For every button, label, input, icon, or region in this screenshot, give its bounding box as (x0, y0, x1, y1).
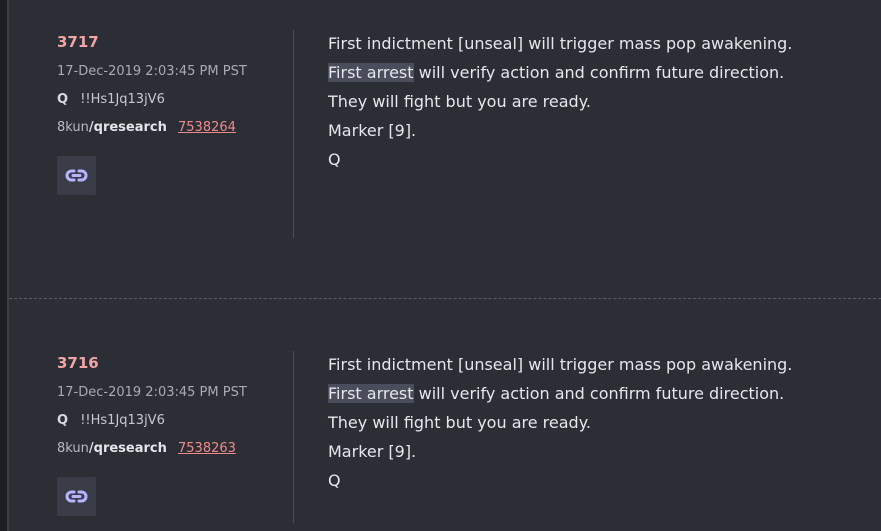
permalink-button[interactable] (57, 156, 96, 195)
post-line: First indictment [unseal] will trigger m… (328, 34, 793, 53)
link-icon (65, 490, 88, 503)
board-name: qresearch (93, 441, 167, 456)
post-meta: 3716 17-Dec-2019 2:03:45 PM PST Q !!Hs1J… (57, 353, 293, 516)
post-number: 3717 (57, 33, 99, 51)
post-line-rest: will verify action and confirm future di… (413, 384, 785, 403)
post-signature: Q (328, 150, 341, 169)
author-row: Q !!Hs1Jq13jV6 (57, 90, 293, 110)
column-divider (293, 351, 294, 523)
board-site: 8kun (57, 441, 89, 456)
post-line: First arrest will verify action and conf… (328, 58, 868, 87)
post-card: 3716 17-Dec-2019 2:03:45 PM PST Q !!Hs1J… (9, 321, 881, 531)
board-separator: / (88, 120, 94, 135)
post-date: 17-Dec-2019 2:03:45 PM PST (57, 385, 247, 400)
board-separator: / (88, 441, 94, 456)
post-meta: 3717 17-Dec-2019 2:03:45 PM PST Q !!Hs1J… (57, 32, 293, 195)
board-row: 8kun/qresearch 7538264 (57, 118, 293, 138)
post-line: Marker [9]. (328, 442, 417, 461)
post-line: They will fight but you are ready. (328, 92, 591, 111)
post-line: First arrest will verify action and conf… (328, 379, 868, 408)
highlighted-text: First arrest (328, 384, 414, 403)
left-rail (0, 0, 7, 531)
tripcode: !!Hs1Jq13jV6 (80, 92, 165, 107)
post-signature: Q (328, 471, 341, 490)
post-line: They will fight but you are ready. (328, 413, 591, 432)
post-line: First indictment [unseal] will trigger m… (328, 355, 793, 374)
post-line-rest: will verify action and confirm future di… (413, 63, 785, 82)
post-card: 3717 17-Dec-2019 2:03:45 PM PST Q !!Hs1J… (9, 0, 881, 297)
tripcode: !!Hs1Jq13jV6 (80, 413, 165, 428)
post-feed: 3717 17-Dec-2019 2:03:45 PM PST Q !!Hs1J… (0, 0, 881, 531)
board-row: 8kun/qresearch 7538263 (57, 439, 293, 459)
permalink-button[interactable] (57, 477, 96, 516)
post-line: Marker [9]. (328, 121, 417, 140)
author-name: Q (57, 413, 69, 428)
link-icon (65, 169, 88, 182)
board-site: 8kun (57, 120, 89, 135)
highlighted-text: First arrest (328, 63, 414, 82)
post-number: 3716 (57, 354, 99, 372)
source-post-link[interactable]: 7538264 (178, 120, 236, 135)
post-body: First indictment [unseal] will trigger m… (328, 29, 868, 174)
author-row: Q !!Hs1Jq13jV6 (57, 411, 293, 431)
source-post-link[interactable]: 7538263 (178, 441, 236, 456)
column-divider (293, 30, 294, 238)
post-divider (9, 298, 881, 299)
board-name: qresearch (93, 120, 167, 135)
author-name: Q (57, 92, 69, 107)
post-date: 17-Dec-2019 2:03:45 PM PST (57, 64, 247, 79)
post-body: First indictment [unseal] will trigger m… (328, 350, 868, 495)
